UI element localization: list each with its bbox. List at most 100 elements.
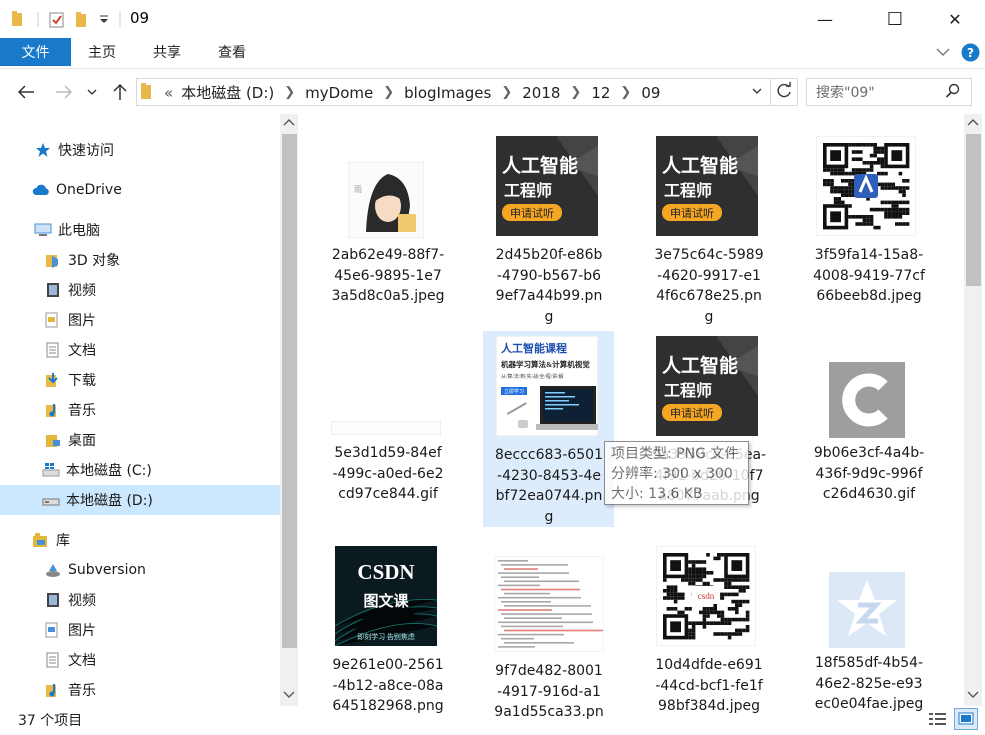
sidebar-item-label: 此电脑 xyxy=(58,223,100,239)
sidebar-item[interactable]: 库 xyxy=(0,525,280,555)
cube-folder-icon xyxy=(44,252,62,268)
file-name: 2d45b20f-e86b -4790-b567-b6 9ef7a44b99.pn g xyxy=(479,245,619,327)
drive-icon xyxy=(42,492,60,508)
breadcrumb-item[interactable]: myDome xyxy=(305,84,373,102)
refresh-icon[interactable] xyxy=(775,82,793,100)
file-item[interactable]: 人工智能课程 机器学习算法&计算机视觉 从/算/法/到/实/战/全/程/讲/解 … xyxy=(484,332,614,525)
sidebar-item-label: 音乐 xyxy=(68,403,96,419)
sidebar-item[interactable]: 本地磁盘 (D:) xyxy=(0,485,280,515)
expand-ribbon-icon[interactable] xyxy=(935,45,951,59)
sidebar-item[interactable]: 视频 xyxy=(0,275,280,305)
up-button[interactable] xyxy=(106,78,134,106)
scroll-down-icon[interactable] xyxy=(967,689,979,699)
sidebar-item-label: 3D 对象 xyxy=(68,253,121,269)
thumbnail-text: 人工智能 xyxy=(662,154,738,177)
back-button[interactable] xyxy=(12,78,40,106)
file-item[interactable]: 雨 2ab62e49-88f7- 45e6-9895-1e7 3a5d8c0a5.j… xyxy=(323,132,453,304)
breadcrumb-overflow[interactable]: « xyxy=(164,84,173,102)
music-icon xyxy=(44,402,62,418)
file-thumbnail: 人工智能 工程师 申请试听 xyxy=(656,336,758,440)
file-item[interactable]: 18f585df-4b54- 46e2-825e-e93 ec0e04fae.jpe… xyxy=(804,542,934,712)
sidebar-item[interactable]: 图片 xyxy=(0,615,280,645)
file-tab[interactable]: 文件 xyxy=(0,38,71,66)
large-icons-view-button[interactable] xyxy=(954,708,978,730)
file-item[interactable]: 9f7de482-8001 -4917-916d-a1 9a1d55ca33.pn xyxy=(484,542,614,720)
thumbnail-text: 申请试听 xyxy=(670,407,714,420)
breadcrumb-item[interactable]: 12 xyxy=(591,84,610,102)
tooltip-resolution: 分辨率: 300 x 300 xyxy=(611,466,733,482)
breadcrumb-item[interactable]: 本地磁盘 (D:) xyxy=(181,82,274,103)
sidebar-item[interactable]: 快速访问 xyxy=(0,135,280,165)
breadcrumb-item[interactable]: 2018 xyxy=(522,84,560,102)
file-thumbnail xyxy=(829,572,905,652)
file-name-line: 2d45b20f-e86b xyxy=(495,247,603,263)
breadcrumb-item[interactable]: blogImages xyxy=(404,84,491,102)
file-item[interactable]: CSDN 图文课 即刻学习 告别焦虑 9e261e00-2561 -4b12-a8… xyxy=(323,542,453,714)
details-view-icon[interactable] xyxy=(928,711,948,727)
recent-locations-button[interactable] xyxy=(81,78,103,106)
file-name-line: 436f-9d9c-996f xyxy=(815,465,923,482)
file-item[interactable]: 3f59fa14-15a8- 4008-9419-77cf 66beeb8d.jpe… xyxy=(804,132,934,304)
tab-home[interactable]: 主页 xyxy=(88,38,116,66)
scroll-up-icon[interactable] xyxy=(967,118,979,128)
file-name-line: cd97ce844.gif xyxy=(338,486,438,502)
new-folder-icon[interactable] xyxy=(76,12,86,27)
content-scrollbar-thumb[interactable] xyxy=(966,134,981,286)
sidebar-item-label: 库 xyxy=(56,533,70,549)
properties-icon[interactable] xyxy=(49,12,64,28)
windows-drive-icon xyxy=(42,462,60,478)
sidebar-item[interactable]: 此电脑 xyxy=(0,215,280,245)
file-item[interactable]: 人工智能 工程师 申请试听 3e75c64c-5989 -4620-9917-e1… xyxy=(644,132,774,325)
sidebar-item[interactable]: OneDrive xyxy=(0,175,280,205)
sidebar-item[interactable]: 本地磁盘 (C:) xyxy=(0,455,280,485)
computer-icon xyxy=(34,222,52,238)
file-name-line: 4f6c678e25.pn xyxy=(656,288,762,304)
forward-button[interactable] xyxy=(50,78,78,106)
sidebar-item[interactable]: 音乐 xyxy=(0,675,280,705)
file-item[interactable]: 5e3d1d59-84ef -499c-a0ed-6e2 cd97ce844.gif xyxy=(323,332,453,502)
customize-toolbar-dropdown-icon[interactable] xyxy=(100,15,108,23)
file-name-line: 3a5d8c0a5.jpeg xyxy=(331,288,445,304)
library-icon xyxy=(32,532,50,548)
pictures-icon xyxy=(44,622,62,638)
file-name-line: 4008-9419-77cf xyxy=(813,267,925,284)
sidebar-item[interactable]: 音乐 xyxy=(0,395,280,425)
minimize-button[interactable]: — xyxy=(802,0,848,38)
sidebar-item[interactable]: Subversion xyxy=(0,555,280,585)
scroll-up-icon[interactable] xyxy=(283,118,295,128)
tooltip-size: 大小: 13.6 KB xyxy=(611,486,703,502)
arrow-right-icon xyxy=(56,85,73,99)
sidebar-item[interactable]: 视频 xyxy=(0,585,280,615)
tab-share[interactable]: 共享 xyxy=(153,38,181,66)
chevron-right-icon[interactable]: ❯ xyxy=(501,85,512,100)
tab-view[interactable]: 查看 xyxy=(218,38,246,66)
sidebar-item-label: 本地磁盘 (D:) xyxy=(66,493,153,509)
chevron-right-icon[interactable]: ❯ xyxy=(383,85,394,100)
scroll-down-icon[interactable] xyxy=(283,689,295,699)
file-item[interactable]: 人工智能 工程师 申请试听 2d45b20f-e86b -4790-b567-b6… xyxy=(484,132,614,325)
address-history-dropdown-icon[interactable] xyxy=(752,87,762,95)
file-name-line: 8eccc683-6501 xyxy=(494,447,603,463)
search-input[interactable]: 搜索"09" xyxy=(816,82,875,102)
file-item[interactable]: 9b06e3cf-4a4b- 436f-9d9c-996f c26d4630.gif xyxy=(804,332,934,502)
chevron-right-icon[interactable]: ❯ xyxy=(570,85,581,100)
file-thumbnail xyxy=(815,135,917,240)
close-button[interactable]: ✕ xyxy=(932,0,978,38)
sidebar-item[interactable]: 图片 xyxy=(0,305,280,335)
search-icon[interactable] xyxy=(945,83,961,99)
maximize-button[interactable]: ☐ xyxy=(872,0,918,38)
sidebar-item[interactable]: 下载 xyxy=(0,365,280,395)
sidebar-item[interactable]: 桌面 xyxy=(0,425,280,455)
help-icon[interactable]: ? xyxy=(961,43,980,62)
file-item[interactable]: csdn 10d4dfde-e691 -44cd-bcf1-fe1f 98bf384d… xyxy=(644,542,774,714)
sidebar-item[interactable]: 文档 xyxy=(0,335,280,365)
nav-scrollbar-thumb[interactable] xyxy=(282,134,297,648)
sidebar-item[interactable]: 文档 xyxy=(0,645,280,675)
c-logo-image xyxy=(829,362,905,438)
breadcrumb-item[interactable]: 09 xyxy=(641,84,660,102)
sidebar-item[interactable]: 3D 对象 xyxy=(0,245,280,275)
file-name-line: -4620-9917-e1 xyxy=(657,267,761,284)
chevron-right-icon[interactable]: ❯ xyxy=(620,85,631,100)
z-logo-image xyxy=(829,572,905,648)
chevron-right-icon[interactable]: ❯ xyxy=(284,85,295,100)
